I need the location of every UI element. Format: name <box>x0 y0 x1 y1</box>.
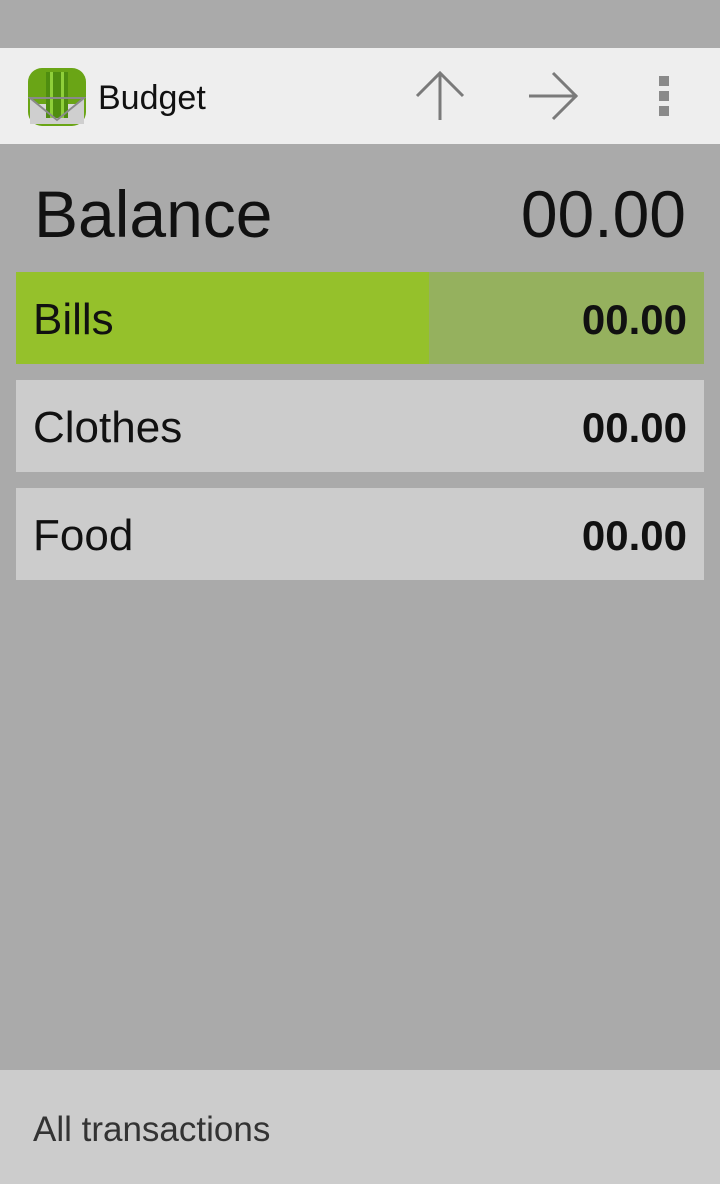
category-item-food[interactable]: Food 00.00 <box>16 488 704 580</box>
overflow-menu-button[interactable] <box>632 64 696 128</box>
balance-value: 00.00 <box>520 177 686 251</box>
category-item-bills[interactable]: Bills 00.00 <box>16 272 704 364</box>
status-bar <box>0 0 720 48</box>
arrow-up-icon <box>415 70 465 120</box>
action-bar: Budget <box>0 48 720 144</box>
category-item-clothes[interactable]: Clothes 00.00 <box>16 380 704 472</box>
category-amount: 00.00 <box>581 296 687 343</box>
balance-row: Balance 00.00 <box>0 144 720 272</box>
category-name: Food <box>33 511 134 560</box>
all-transactions-button[interactable]: All transactions <box>0 1070 720 1184</box>
balance-label: Balance <box>34 177 273 251</box>
overflow-menu-icon <box>659 76 669 116</box>
next-button[interactable] <box>521 64 585 128</box>
budget-screen: Budget Balance 00.00 Bills 00.00 Clothes… <box>0 0 720 1184</box>
arrow-right-icon <box>529 71 579 121</box>
all-transactions-label: All transactions <box>33 1110 271 1149</box>
app-title: Budget <box>98 79 206 117</box>
up-button[interactable] <box>408 64 472 128</box>
category-name: Clothes <box>33 403 183 452</box>
budget-logo-icon[interactable] <box>28 68 86 126</box>
category-amount: 00.00 <box>581 512 687 559</box>
category-name: Bills <box>33 295 114 344</box>
category-amount: 00.00 <box>581 404 687 451</box>
